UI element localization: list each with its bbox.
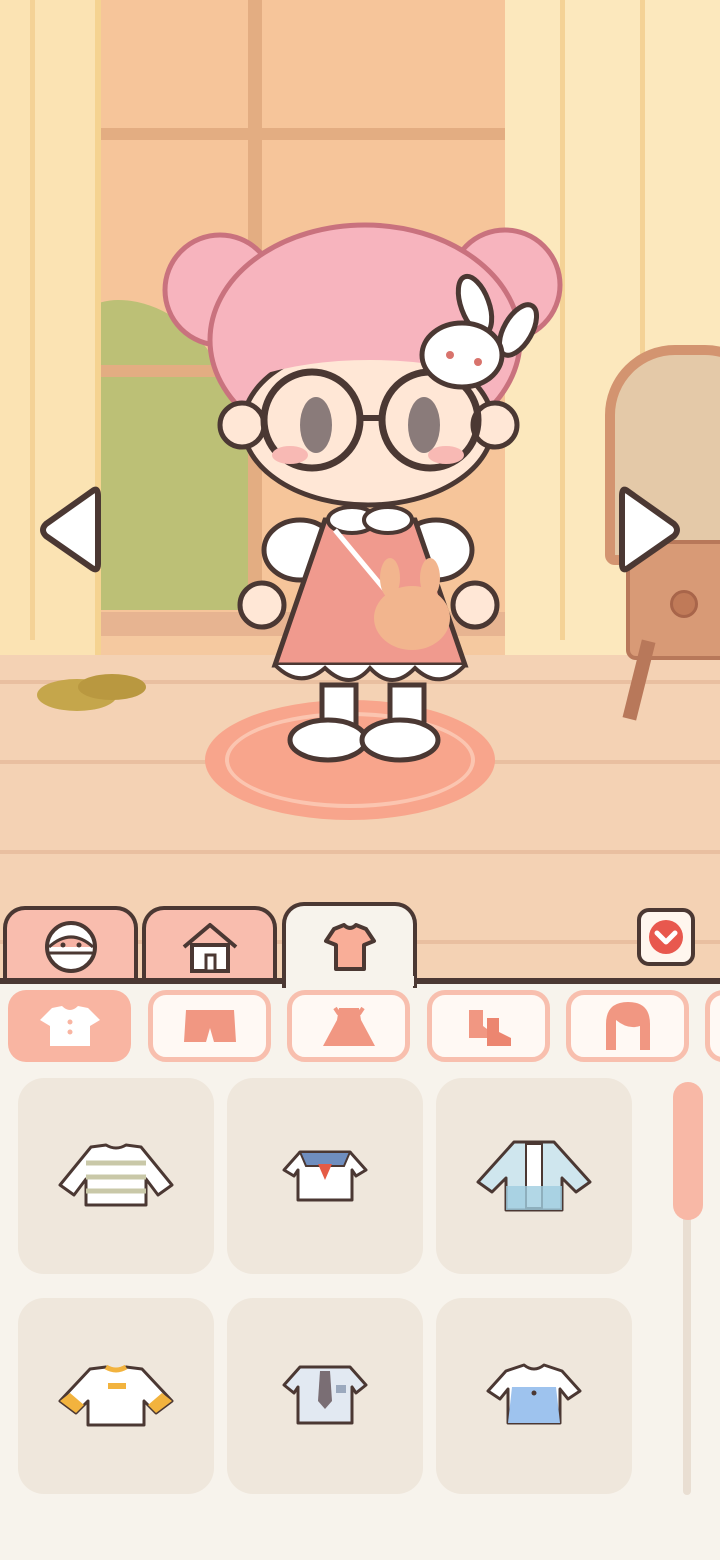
hair-icon (605, 1002, 650, 1050)
house-icon (182, 923, 237, 973)
item-slot[interactable] (18, 1078, 214, 1274)
tie-shirt-icon (282, 1365, 368, 1425)
subcategory-tops[interactable] (8, 990, 131, 1062)
subcategory-dresses[interactable] (287, 990, 410, 1062)
face-icon (44, 921, 97, 973)
shoes-icon (468, 1010, 511, 1046)
category-tabs (0, 902, 720, 988)
shorts-icon (183, 1010, 236, 1042)
active-tab-gap (286, 976, 414, 986)
item-slot[interactable] (436, 1078, 632, 1274)
striped-shirt-icon (58, 1143, 174, 1207)
subcategory-hair[interactable] (566, 990, 689, 1062)
item-slot[interactable] (227, 1078, 423, 1274)
item-slot[interactable] (436, 1298, 632, 1494)
tab-room[interactable] (142, 906, 277, 984)
item-slot[interactable] (227, 1298, 423, 1494)
right-triangle-arrow-icon (619, 486, 680, 573)
tshirt-icon (39, 1006, 100, 1046)
next-arrow-button[interactable] (614, 480, 684, 580)
blue-top-icon (486, 1363, 582, 1425)
chevron-down-icon (649, 920, 683, 954)
collapse-panel-button[interactable] (637, 908, 695, 966)
tab-character[interactable] (3, 906, 138, 984)
sailor-shirt-icon (282, 1150, 368, 1202)
subcategory-bottoms[interactable] (148, 990, 271, 1062)
left-triangle-arrow-icon (40, 486, 101, 573)
character-avatar[interactable] (0, 0, 720, 900)
yellow-tee-icon (58, 1364, 174, 1427)
shirt-icon (323, 923, 376, 971)
subcategory-more[interactable] (705, 990, 720, 1062)
dress-icon (322, 1006, 375, 1046)
scrollbar-thumb[interactable] (673, 1082, 703, 1220)
item-slot[interactable] (18, 1298, 214, 1494)
subcategory-shoes[interactable] (427, 990, 550, 1062)
open-jacket-icon (476, 1140, 592, 1212)
previous-arrow-button[interactable] (36, 480, 106, 580)
